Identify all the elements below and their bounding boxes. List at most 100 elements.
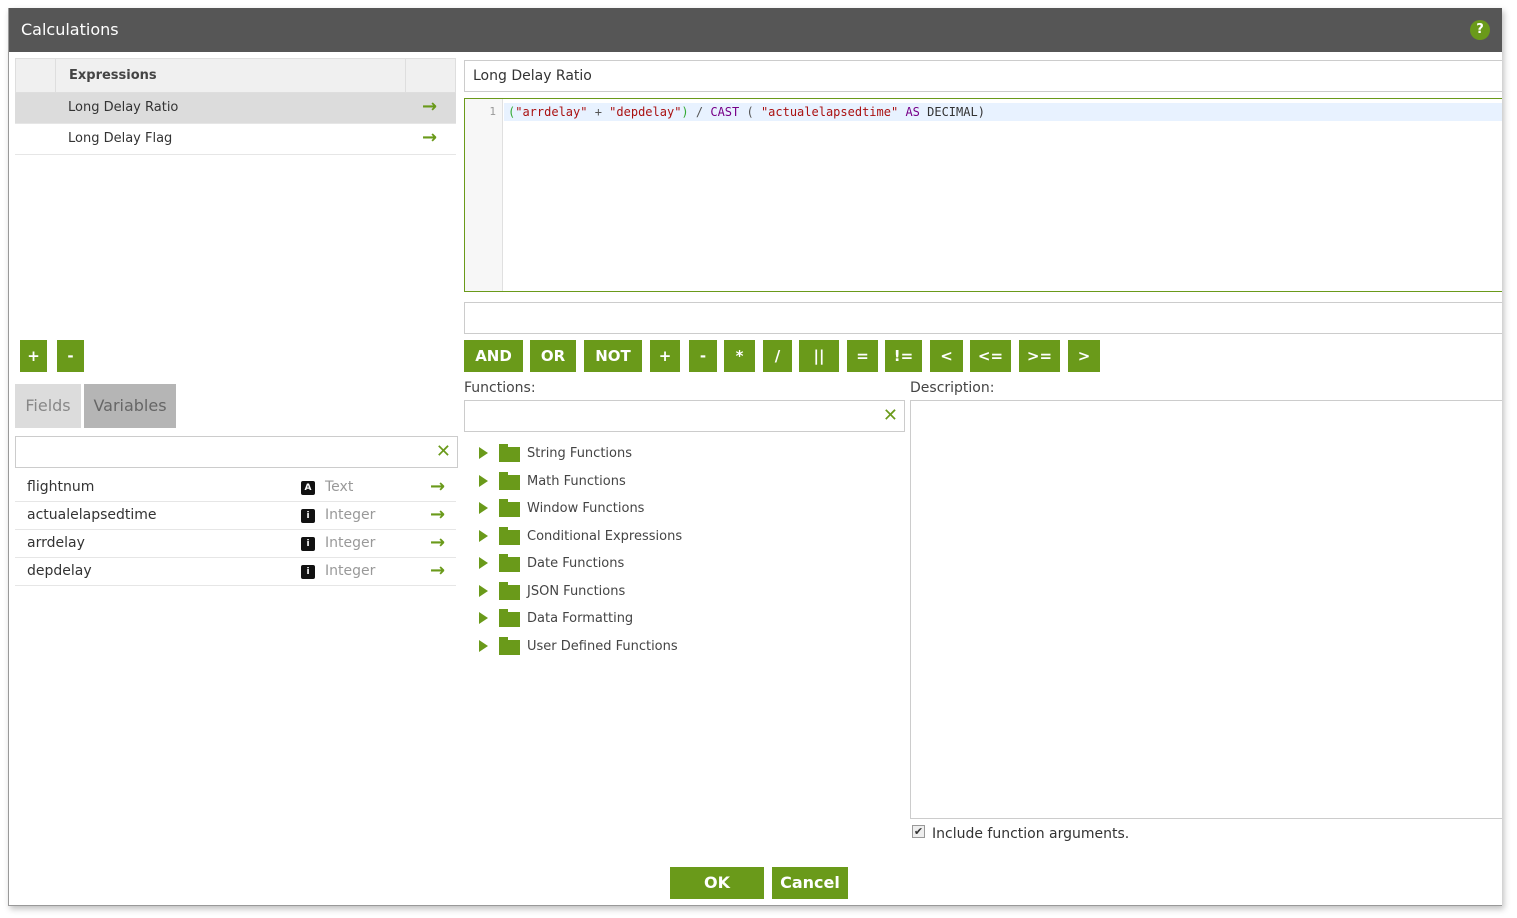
category-label: Conditional Expressions bbox=[527, 528, 683, 544]
tab-variables[interactable]: Variables bbox=[84, 384, 176, 428]
operator-less-equal-button[interactable]: <= bbox=[970, 340, 1011, 372]
tab-fields[interactable]: Fields bbox=[15, 384, 81, 428]
field-row[interactable]: arrdelay i Integer → bbox=[15, 530, 456, 558]
calculations-dialog: Calculations ? Expressions Long Delay Ra… bbox=[8, 8, 1502, 906]
dialog-title: Calculations bbox=[21, 20, 119, 39]
help-icon[interactable]: ? bbox=[1470, 20, 1490, 40]
field-type: Text bbox=[325, 479, 354, 495]
expand-triangle-icon[interactable] bbox=[479, 584, 488, 597]
operator-not-equals-button[interactable]: != bbox=[885, 340, 922, 372]
cancel-button[interactable]: Cancel bbox=[772, 867, 848, 899]
field-list: flightnum A Text → actualelapsedtime i I… bbox=[15, 474, 456, 586]
code-editor[interactable]: 1 ("arrdelay" + "depdelay") / CAST ( "ac… bbox=[464, 98, 1502, 292]
arrow-right-icon[interactable]: → bbox=[430, 478, 448, 496]
text-type-icon: A bbox=[301, 481, 315, 495]
expand-triangle-icon[interactable] bbox=[479, 529, 488, 542]
operator-greater-equal-button[interactable]: >= bbox=[1019, 340, 1060, 372]
category-label: Window Functions bbox=[527, 501, 645, 516]
line-gutter: 1 bbox=[465, 99, 503, 291]
code-line[interactable]: ("arrdelay" + "depdelay") / CAST ( "actu… bbox=[504, 103, 1502, 121]
include-arguments-checkbox[interactable]: ✔ bbox=[912, 825, 925, 838]
expand-triangle-icon[interactable] bbox=[479, 502, 488, 514]
operator-minus-button[interactable]: - bbox=[689, 340, 717, 372]
operator-divide-button[interactable]: / bbox=[763, 340, 792, 372]
folder-icon bbox=[499, 444, 520, 462]
field-type: Integer bbox=[325, 563, 376, 579]
folder-icon bbox=[499, 609, 520, 627]
expressions-table: Expressions Long Delay Ratio → Long Dela… bbox=[15, 58, 456, 155]
clear-search-icon[interactable]: ✕ bbox=[436, 442, 451, 462]
operator-and-button[interactable]: AND bbox=[464, 340, 523, 372]
folder-icon bbox=[499, 554, 520, 572]
expand-triangle-icon[interactable] bbox=[479, 557, 488, 569]
operator-concat-button[interactable]: || bbox=[799, 340, 839, 372]
expressions-header-label: Expressions bbox=[69, 68, 157, 83]
expression-name-input[interactable]: Long Delay Ratio bbox=[464, 60, 1502, 92]
integer-type-icon: i bbox=[301, 565, 315, 579]
token-operator: / bbox=[688, 105, 711, 119]
functions-label: Functions: bbox=[464, 380, 536, 396]
category-label: JSON Functions bbox=[527, 583, 626, 599]
token-paren: ) bbox=[977, 105, 985, 119]
expand-triangle-icon[interactable] bbox=[479, 639, 488, 652]
expression-label: Long Delay Flag bbox=[68, 131, 173, 146]
operator-less-than-button[interactable]: < bbox=[930, 340, 963, 372]
field-search-input[interactable]: ✕ bbox=[15, 436, 458, 468]
arrow-right-icon[interactable]: → bbox=[430, 506, 448, 524]
integer-type-icon: i bbox=[301, 537, 315, 551]
integer-type-icon: i bbox=[301, 509, 315, 523]
token-keyword: CAST bbox=[710, 105, 740, 119]
token-string: "arrdelay" bbox=[515, 105, 588, 119]
field-row[interactable]: flightnum A Text → bbox=[15, 474, 456, 502]
operator-not-button[interactable]: NOT bbox=[584, 340, 642, 372]
folder-icon bbox=[499, 581, 520, 600]
expression-label: Long Delay Ratio bbox=[68, 100, 179, 115]
folder-icon bbox=[499, 499, 520, 517]
field-name: flightnum bbox=[27, 479, 95, 495]
arrow-right-icon[interactable]: → bbox=[430, 534, 448, 552]
token-operator: + bbox=[587, 105, 610, 119]
field-type: Integer bbox=[325, 535, 376, 551]
clear-search-icon[interactable]: ✕ bbox=[883, 406, 898, 426]
title-bar: Calculations ? bbox=[9, 8, 1502, 52]
description-label: Description: bbox=[910, 380, 995, 396]
description-box bbox=[910, 400, 1502, 819]
field-row[interactable]: actualelapsedtime i Integer → bbox=[15, 502, 456, 530]
header-cell-blank bbox=[16, 59, 56, 92]
arrow-right-icon[interactable]: → bbox=[430, 562, 448, 580]
operator-equals-button[interactable]: = bbox=[847, 340, 878, 372]
token-string: "actualelapsedtime" bbox=[760, 105, 899, 119]
field-name: actualelapsedtime bbox=[27, 507, 157, 523]
ok-button[interactable]: OK bbox=[670, 867, 764, 899]
category-label: User Defined Functions bbox=[527, 638, 678, 654]
operator-plus-button[interactable]: + bbox=[650, 340, 680, 372]
category-label: String Functions bbox=[527, 446, 632, 461]
header-cell-action bbox=[405, 59, 455, 92]
token-keyword: AS bbox=[898, 105, 928, 119]
token-type: DECIMAL bbox=[927, 105, 978, 119]
function-search-input[interactable]: ✕ bbox=[464, 400, 905, 432]
token-paren: ( bbox=[739, 105, 761, 119]
remove-expression-button[interactable]: - bbox=[57, 340, 84, 372]
field-name: depdelay bbox=[27, 563, 92, 579]
folder-icon bbox=[499, 471, 520, 490]
arrow-right-icon[interactable]: → bbox=[422, 98, 440, 116]
expand-triangle-icon[interactable] bbox=[479, 447, 488, 459]
token-string: "depdelay" bbox=[609, 105, 682, 119]
add-expression-button[interactable]: + bbox=[20, 340, 47, 372]
expression-row[interactable]: Long Delay Ratio → bbox=[15, 93, 456, 124]
operator-greater-than-button[interactable]: > bbox=[1068, 340, 1100, 372]
expression-status-bar bbox=[464, 302, 1502, 334]
arrow-right-icon[interactable]: → bbox=[422, 129, 440, 147]
expand-triangle-icon[interactable] bbox=[479, 612, 488, 624]
line-number: 1 bbox=[489, 105, 496, 118]
operator-multiply-button[interactable]: * bbox=[724, 340, 755, 372]
operator-or-button[interactable]: OR bbox=[530, 340, 576, 372]
include-arguments-label: Include function arguments. bbox=[932, 826, 1130, 842]
folder-icon bbox=[499, 636, 520, 655]
expression-row[interactable]: Long Delay Flag → bbox=[15, 124, 456, 155]
expression-name-value: Long Delay Ratio bbox=[473, 68, 592, 84]
expand-triangle-icon[interactable] bbox=[479, 474, 488, 487]
field-row[interactable]: depdelay i Integer → bbox=[15, 558, 456, 586]
field-type: Integer bbox=[325, 507, 376, 523]
